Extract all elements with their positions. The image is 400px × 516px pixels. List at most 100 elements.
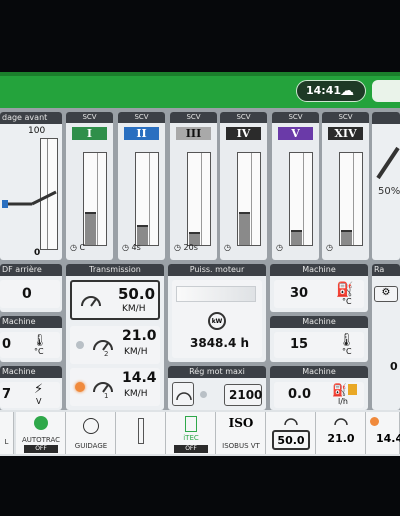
scv-flow-slider[interactable] — [237, 152, 261, 246]
machine-3-title: Machine — [270, 366, 368, 378]
far-right-value: 0 — [390, 360, 398, 373]
top-bar-edge — [0, 72, 400, 76]
slot-icon — [138, 418, 144, 444]
scv-flow-level — [137, 225, 148, 245]
scv-flow-slider[interactable] — [289, 152, 313, 246]
shortcut-left-label: L — [4, 438, 9, 446]
gear2-speed: 21.0 — [122, 328, 157, 344]
front-hitch-title: dage avant — [0, 112, 62, 124]
gear1-indicator-led — [75, 382, 85, 392]
gear1-speed: 14.4 — [122, 370, 157, 386]
fuel-rate-icon: ⛽ — [332, 383, 347, 397]
left-machine-panel-2[interactable]: Machine 7 ⚡ V — [0, 366, 62, 410]
coolant-temp-icon: 🌡 — [32, 333, 48, 347]
left-machine-panel-1[interactable]: Machine 0 🌡 °C — [0, 316, 62, 362]
engine-power-card: kW 3848.4 h — [172, 280, 262, 358]
left-machine-2-title: Machine — [0, 366, 62, 378]
scv-footer: ◷ — [224, 243, 231, 252]
right-partial-panel[interactable]: 50% — [372, 112, 400, 260]
far-right-title: Ra — [372, 264, 400, 276]
scv-flow-slider[interactable] — [83, 152, 107, 246]
scv-number-badge: III — [176, 127, 211, 140]
scv-footer-label: C — [79, 243, 86, 252]
scv-flow-slider[interactable] — [339, 152, 363, 246]
timer-icon: ◷ — [326, 243, 333, 252]
max-rpm-value-box[interactable]: 2100 — [224, 384, 262, 406]
scv-footer: ◷ — [326, 243, 333, 252]
scv-title: SCV — [272, 112, 319, 123]
rpm-gauge-icon — [176, 392, 192, 401]
scv-flow-slider[interactable] — [187, 152, 211, 246]
settings-gear-icon[interactable]: ⚙ — [374, 286, 398, 302]
timer-icon: ◷ — [70, 243, 77, 252]
speed-shortcut-button[interactable]: 50.0 — [266, 412, 316, 454]
speedometer-icon — [284, 418, 298, 426]
hitch-arm-icon — [2, 190, 57, 208]
hitch-top-value: 100 — [28, 126, 46, 136]
scv-panel-2[interactable]: SCV II ◷ 4s — [118, 112, 165, 260]
machine-panel-3[interactable]: Machine 0.0 ⛽ l/h — [270, 366, 368, 410]
machine-1-value: 30 — [290, 286, 309, 301]
guidance-icon — [83, 418, 99, 434]
rpm-gauge-button[interactable] — [172, 382, 194, 406]
isobus-button[interactable]: ISO ISOBUS VT — [216, 412, 266, 454]
transmission-speed-card[interactable]: 50.0 KM/H — [70, 280, 160, 320]
battery-voltage-icon: ⚡ — [34, 382, 44, 397]
scv-number-badge: I — [72, 127, 107, 140]
speed-b-shortcut-button[interactable]: 21.0 — [316, 412, 366, 454]
scv-footer: ◷ 20s — [174, 243, 198, 252]
scv-panel-3[interactable]: SCV III ◷ 20s — [170, 112, 217, 260]
left-machine-1-card: 0 🌡 °C — [0, 332, 60, 358]
slot-button[interactable] — [116, 412, 166, 454]
speedometer-icon — [93, 340, 113, 351]
machine-2-unit: °C — [342, 347, 352, 356]
far-right-panel[interactable]: Ra ⚙ 0 — [372, 264, 400, 410]
gear2-speed-unit: KM/H — [124, 347, 148, 357]
gear1-label: 1 — [104, 392, 109, 400]
machine-panel-2[interactable]: Machine 15 🌡 °C — [270, 316, 368, 362]
rear-pto-title: DF arrière — [0, 264, 62, 276]
scv-panel-4[interactable]: SCV IV ◷ — [220, 112, 267, 260]
scv-footer: ◷ — [276, 243, 283, 252]
speed-c-shortcut-button[interactable]: 14.4 — [366, 412, 400, 454]
max-rpm-panel[interactable]: Rég mot maxi 2100 — [168, 366, 266, 410]
scv-panel-5[interactable]: SCV V ◷ — [272, 112, 319, 260]
machine-panel-1[interactable]: Machine 30 ⛽ °C — [270, 264, 368, 312]
scv-number-badge: XIV — [328, 127, 363, 140]
guidage-button[interactable]: GUIDAGE — [66, 412, 116, 454]
gear1-speed-card[interactable]: 1 14.4 KM/H — [70, 368, 160, 406]
speedometer-icon — [334, 418, 348, 426]
transmission-panel[interactable]: Transmission 50.0 KM/H 2 21.0 KM/H 1 14.… — [66, 264, 164, 410]
speedometer-icon — [81, 296, 101, 307]
hydraulic-temp-icon: 🌡 — [338, 333, 355, 348]
transmission-speed-unit: KM/H — [122, 304, 146, 314]
timer-icon: ◷ — [122, 243, 129, 252]
speed-c-value: 14.4 — [376, 432, 400, 445]
gear2-indicator-led — [76, 341, 84, 349]
header-side-tab[interactable] — [372, 80, 400, 102]
transmission-title: Transmission — [66, 264, 164, 276]
right-partial-title — [372, 112, 400, 124]
rear-pto-panel[interactable]: DF arrière 0 — [0, 264, 62, 312]
itec-state: OFF — [174, 445, 208, 453]
engine-power-panel[interactable]: Puiss. moteur kW 3848.4 h — [168, 264, 266, 362]
scv-flow-slider[interactable] — [135, 152, 159, 246]
speed-b-value: 21.0 — [327, 432, 355, 445]
left-machine-2-value: 7 — [2, 387, 12, 402]
front-hitch-panel[interactable]: dage avant 100 0 — [0, 112, 62, 260]
speed-shortcut-value: 50.0 — [272, 430, 310, 450]
autotrac-button[interactable]: AUTOTRAC OFF — [16, 412, 66, 454]
scv-flow-level — [239, 211, 250, 245]
left-machine-1-title: Machine — [0, 316, 62, 328]
scv-title: SCV — [220, 112, 267, 123]
scv-title: SCV — [66, 112, 113, 123]
gear2-speed-card[interactable]: 2 21.0 KM/H — [70, 326, 160, 364]
machine-1-unit: °C — [342, 297, 352, 306]
shortcut-left-partial[interactable]: L — [0, 412, 14, 454]
autotrac-state: OFF — [24, 445, 58, 453]
itec-button[interactable]: iTEC OFF — [166, 412, 216, 454]
scv-panel-1[interactable]: SCV I ◷ C — [66, 112, 113, 260]
rear-pto-card: 0 — [0, 280, 60, 308]
scv-panel-6[interactable]: SCV XIV ◷ — [322, 112, 369, 260]
left-machine-2-unit: V — [36, 397, 42, 406]
